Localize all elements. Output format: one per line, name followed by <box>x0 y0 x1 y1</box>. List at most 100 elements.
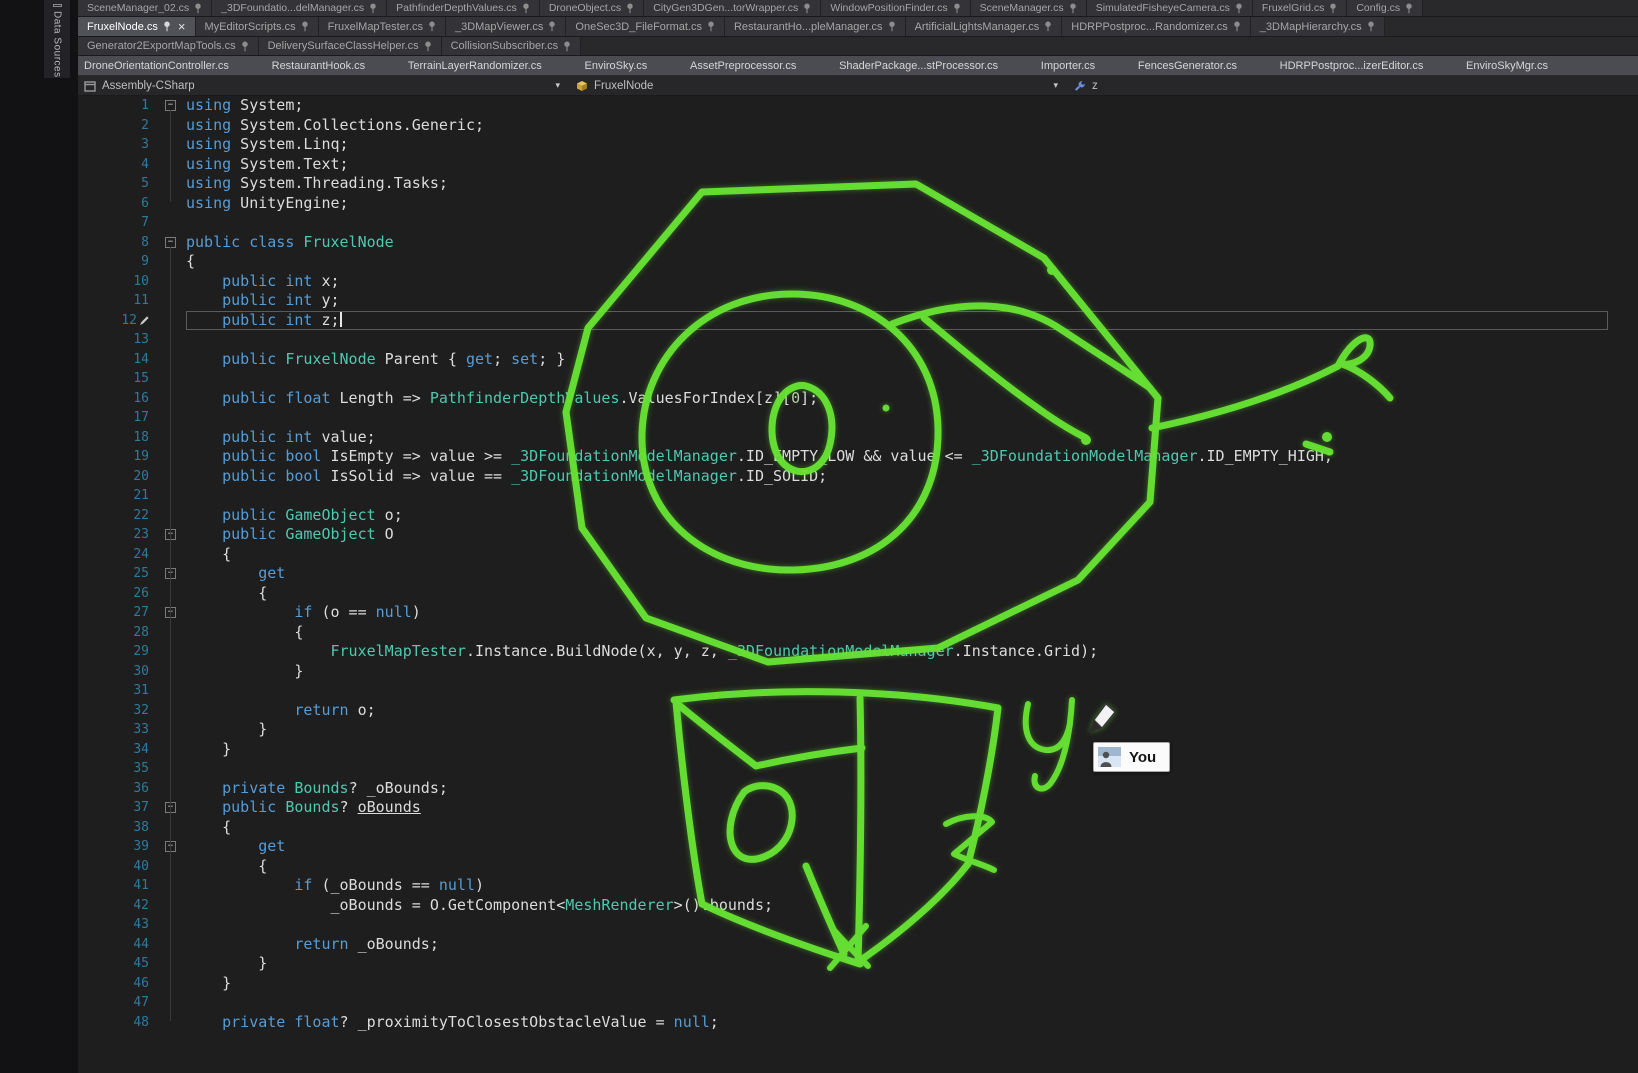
file-strip-item[interactable]: RestaurantHook.cs <box>272 60 366 72</box>
breadcrumb-type-dropdown[interactable]: FruxelNode ▾ <box>570 76 1068 95</box>
code-line[interactable]: 8−public class FruxelNode <box>78 233 1608 253</box>
pin-icon[interactable] <box>1069 3 1077 14</box>
tab-RestaurantHo...pleManager.cs[interactable]: RestaurantHo...pleManager.cs <box>725 17 906 36</box>
tab-FruxelGrid.cs[interactable]: FruxelGrid.cs <box>1253 0 1347 16</box>
code-line[interactable]: 29 FruxelMapTester.Instance.BuildNode(x,… <box>78 642 1608 662</box>
tab-HDRPPostproc...Randomizer.cs[interactable]: HDRPPostproc...Randomizer.cs <box>1062 17 1251 36</box>
code-line[interactable]: 39− get <box>78 837 1608 857</box>
tab-MyEditorScripts.cs[interactable]: MyEditorScripts.cs <box>196 17 319 36</box>
chevron-down-icon[interactable]: ▾ <box>1053 80 1058 91</box>
code-line[interactable]: 12 public int z; <box>78 311 1608 331</box>
code-line[interactable]: 11 public int y; <box>78 291 1608 311</box>
code-line[interactable]: 33 } <box>78 720 1608 740</box>
pin-icon[interactable] <box>241 41 249 52</box>
code-line[interactable]: 41 if (_oBounds == null) <box>78 876 1608 896</box>
data-sources-panel-tab[interactable]: Data Sources <box>44 0 70 78</box>
tab-Generator2ExportMapTools.cs[interactable]: Generator2ExportMapTools.cs <box>78 37 259 55</box>
tab-_3DMapHierarchy.cs[interactable]: _3DMapHierarchy.cs <box>1251 17 1385 36</box>
code-line[interactable]: 26 { <box>78 584 1608 604</box>
chevron-down-icon[interactable]: ▾ <box>555 80 560 91</box>
tab-OneSec3D_FileFormat.cs[interactable]: OneSec3D_FileFormat.cs <box>566 17 725 36</box>
pin-icon[interactable] <box>1235 3 1243 14</box>
tab-_3DFoundatio...delManager.cs[interactable]: _3DFoundatio...delManager.cs <box>212 0 387 16</box>
breadcrumb-project-dropdown[interactable]: Assembly-CSharp ▾ <box>78 76 570 95</box>
code-line[interactable]: 37− public Bounds? oBounds <box>78 798 1608 818</box>
code-line[interactable]: 7 <box>78 213 1608 233</box>
pin-icon[interactable] <box>1367 21 1375 32</box>
code-line[interactable]: 38 { <box>78 818 1608 838</box>
code-line[interactable]: 3using System.Linq; <box>78 135 1608 155</box>
code-line[interactable]: 31 <box>78 681 1608 701</box>
tab-WindowPositionFinder.cs[interactable]: WindowPositionFinder.cs <box>821 0 970 16</box>
tab-FruxelMapTester.cs[interactable]: FruxelMapTester.cs <box>319 17 446 36</box>
pin-icon[interactable] <box>301 21 309 32</box>
code-line[interactable]: 47 <box>78 993 1608 1013</box>
tab-Config.cs[interactable]: Config.cs <box>1347 0 1423 16</box>
pin-icon[interactable] <box>953 3 961 14</box>
code-line[interactable]: 35 <box>78 759 1608 779</box>
code-line[interactable]: 44 return _oBounds; <box>78 935 1608 955</box>
code-line[interactable]: 24 { <box>78 545 1608 565</box>
pin-icon[interactable] <box>1233 21 1241 32</box>
code-line[interactable]: 30 } <box>78 662 1608 682</box>
code-line[interactable]: 46 } <box>78 974 1608 994</box>
file-strip-item[interactable]: Importer.cs <box>1041 60 1095 72</box>
code-line[interactable]: 34 } <box>78 740 1608 760</box>
file-strip-item[interactable]: DroneOrientationController.cs <box>84 60 229 72</box>
code-line[interactable]: 43 <box>78 915 1608 935</box>
code-line[interactable]: 5using System.Threading.Tasks; <box>78 174 1608 194</box>
code-line[interactable]: 14 public FruxelNode Parent { get; set; … <box>78 350 1608 370</box>
code-line[interactable]: 16 public float Length => PathfinderDept… <box>78 389 1608 409</box>
code-line[interactable]: 36 private Bounds? _oBounds; <box>78 779 1608 799</box>
code-line[interactable]: 23− public GameObject O <box>78 525 1608 545</box>
code-line[interactable]: 18 public int value; <box>78 428 1608 448</box>
pin-icon[interactable] <box>424 41 432 52</box>
code-line[interactable]: 32 return o; <box>78 701 1608 721</box>
file-strip-item[interactable]: EnviroSky.cs <box>585 60 648 72</box>
code-line[interactable]: 13 <box>78 330 1608 350</box>
tab-SimulatedFisheyeCamera.cs[interactable]: SimulatedFisheyeCamera.cs <box>1087 0 1253 16</box>
pin-icon[interactable] <box>1044 21 1052 32</box>
tab-_3DMapViewer.cs[interactable]: _3DMapViewer.cs <box>446 17 566 36</box>
pin-icon[interactable] <box>163 21 171 32</box>
code-line[interactable]: 28 { <box>78 623 1608 643</box>
pin-icon[interactable] <box>563 41 571 52</box>
breadcrumb-member-dropdown[interactable]: z <box>1068 76 1638 95</box>
pin-icon[interactable] <box>1405 3 1413 14</box>
file-strip-item[interactable]: AssetPreprocessor.cs <box>690 60 796 72</box>
code-line[interactable]: 19 public bool IsEmpty => value >= _3DFo… <box>78 447 1608 467</box>
file-strip-item[interactable]: HDRPPostproc...izerEditor.cs <box>1280 60 1424 72</box>
tab-SceneManager.cs[interactable]: SceneManager.cs <box>971 0 1087 16</box>
code-line[interactable]: 2using System.Collections.Generic; <box>78 116 1608 136</box>
pin-icon[interactable] <box>522 3 530 14</box>
pin-icon[interactable] <box>369 3 377 14</box>
code-line[interactable]: 4using System.Text; <box>78 155 1608 175</box>
code-line[interactable]: 27− if (o == null) <box>78 603 1608 623</box>
tab-FruxelNode.cs[interactable]: FruxelNode.cs× <box>78 17 196 36</box>
code-line[interactable]: 15 <box>78 369 1608 389</box>
tab-DeliverySurfaceClassHelper.cs[interactable]: DeliverySurfaceClassHelper.cs <box>259 37 442 55</box>
pin-icon[interactable] <box>1329 3 1337 14</box>
file-strip-item[interactable]: FencesGenerator.cs <box>1138 60 1237 72</box>
code-line[interactable]: 40 { <box>78 857 1608 877</box>
code-line[interactable]: 17 <box>78 408 1608 428</box>
pin-icon[interactable] <box>707 21 715 32</box>
code-line[interactable]: 48 private float? _proximityToClosestObs… <box>78 1013 1608 1033</box>
tab-ArtificialLightsManager.cs[interactable]: ArtificialLightsManager.cs <box>906 17 1063 36</box>
tab-SceneManager_02.cs[interactable]: SceneManager_02.cs <box>78 0 212 16</box>
tab-DroneObject.cs[interactable]: DroneObject.cs <box>540 0 644 16</box>
pin-icon[interactable] <box>548 21 556 32</box>
code-line[interactable]: 9{ <box>78 252 1608 272</box>
tab-CollisionSubscriber.cs[interactable]: CollisionSubscriber.cs <box>442 37 582 55</box>
tab-PathfinderDepthValues.cs[interactable]: PathfinderDepthValues.cs <box>387 0 540 16</box>
code-line[interactable]: 22 public GameObject o; <box>78 506 1608 526</box>
code-line[interactable]: 20 public bool IsSolid => value == _3DFo… <box>78 467 1608 487</box>
code-line[interactable]: 1−using System; <box>78 96 1608 116</box>
code-line[interactable]: 25− get <box>78 564 1608 584</box>
code-line[interactable]: 10 public int x; <box>78 272 1608 292</box>
close-icon[interactable]: × <box>178 20 186 33</box>
file-strip-item[interactable]: ShaderPackage...stProcessor.cs <box>839 60 998 72</box>
code-line[interactable]: 6using UnityEngine; <box>78 194 1608 214</box>
pin-icon[interactable] <box>626 3 634 14</box>
pin-icon[interactable] <box>888 21 896 32</box>
